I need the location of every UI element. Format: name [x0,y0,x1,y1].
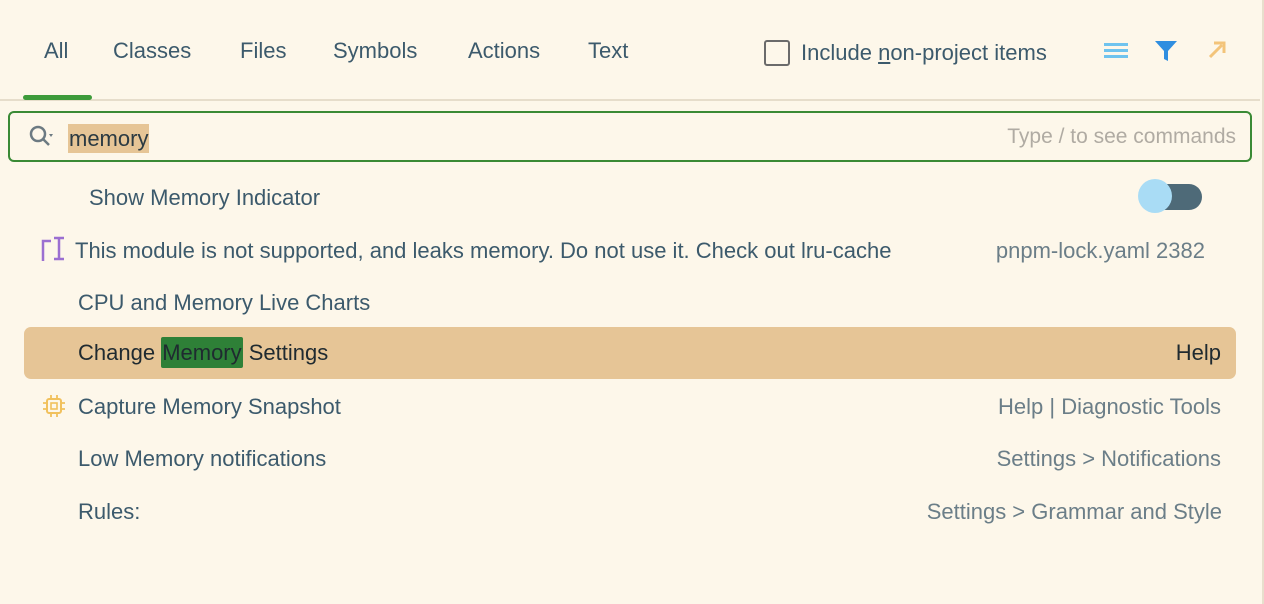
result-row[interactable]: Rules: Settings > Grammar and Style [24,486,1236,538]
filter-icon[interactable] [1153,38,1179,64]
tab-actions[interactable]: Actions [468,38,540,68]
search-query[interactable]: memory [68,124,150,153]
tab-files[interactable]: Files [240,38,286,68]
result-label: Low Memory notifications [78,446,327,471]
result-label: Change Memory Settings [78,337,328,368]
search-everywhere-popup: All Classes Files Symbols Actions Text I… [0,0,1264,604]
include-non-project-toggle[interactable]: Include non-project items [764,38,1047,68]
tab-classes[interactable]: Classes [113,38,191,68]
result-label: CPU and Memory Live Charts [78,290,371,315]
result-label: This module is not supported, and leaks … [75,238,892,263]
result-row[interactable]: CPU and Memory Live Charts [24,277,1236,329]
scope-tabs: All Classes Files Symbols Actions Text I… [0,0,1260,101]
result-label: Show Memory Indicator [89,185,321,210]
include-non-project-label: Include non-project items [801,40,1047,65]
search-icon [29,125,53,146]
result-hint: Settings > Grammar and Style [926,499,1222,524]
active-tab-indicator [23,95,92,100]
memory-indicator-toggle[interactable] [1138,179,1202,213]
chip-icon [43,395,65,417]
result-row[interactable]: Show Memory Indicator [24,172,1236,224]
result-hint: Help [1175,340,1221,365]
search-field[interactable]: memory Type / to see commands [8,111,1252,162]
result-label: Capture Memory Snapshot [78,394,341,419]
tab-symbols[interactable]: Symbols [333,38,417,68]
result-label: Rules: [78,499,141,524]
open-in-window-icon[interactable] [1204,38,1230,64]
tab-text[interactable]: Text [588,38,628,68]
match-highlight: Memory [161,337,243,368]
result-hint: pnpm-lock.yaml 2382 [995,238,1205,263]
result-row[interactable]: Low Memory notifications Settings > Noti… [24,433,1236,485]
result-row-selected[interactable]: Change Memory Settings Help [24,327,1236,379]
search-hint: Type / to see commands [1007,125,1236,148]
result-row[interactable]: Capture Memory Snapshot Help | Diagnosti… [24,381,1236,433]
include-non-project-checkbox[interactable] [764,40,790,66]
tab-all[interactable]: All [44,38,68,68]
result-row[interactable]: This module is not supported, and leaks … [24,225,1236,277]
result-hint: Help | Diagnostic Tools [998,394,1221,419]
result-hint: Settings > Notifications [996,446,1221,471]
deprecated-marker-icon [41,236,64,261]
toggle-knob [1138,179,1172,213]
list-icon[interactable] [1103,38,1129,64]
